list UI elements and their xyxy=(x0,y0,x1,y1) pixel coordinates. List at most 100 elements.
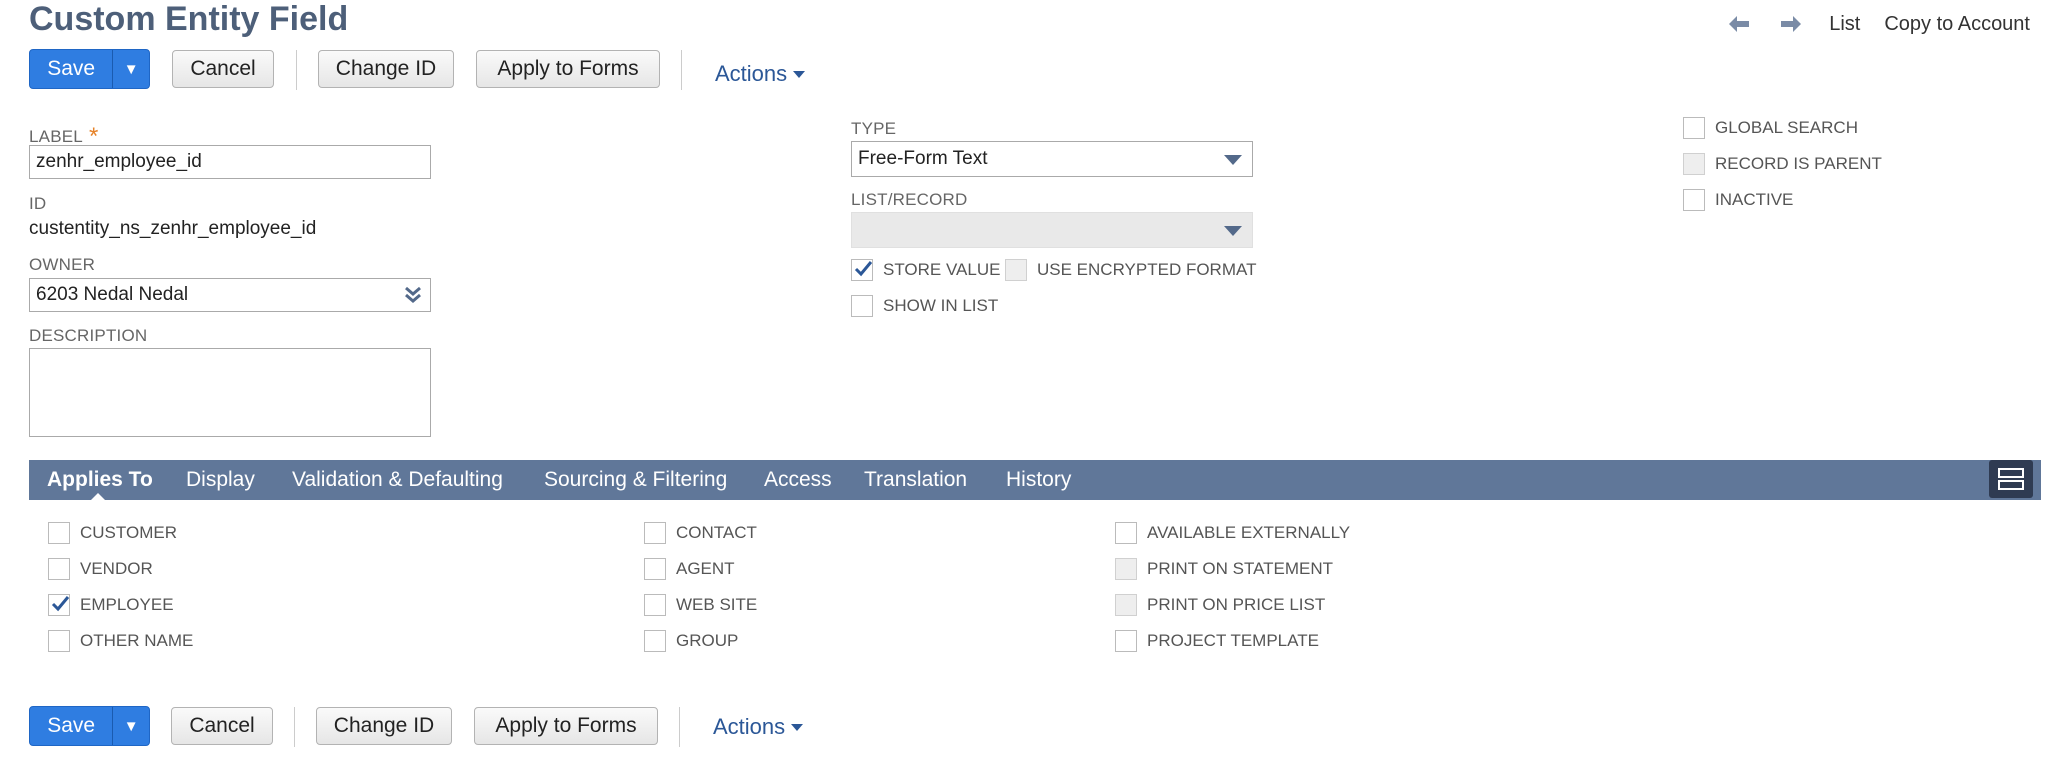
owner-select[interactable]: 6203 Nedal Nedal xyxy=(29,278,431,312)
employee-row: EMPLOYEE xyxy=(48,592,174,618)
actions-menu-bottom[interactable]: Actions xyxy=(713,714,804,740)
agent-checkbox[interactable] xyxy=(644,558,666,580)
cancel-button-bottom[interactable]: Cancel xyxy=(171,707,273,745)
print-on-price-list-row: PRINT ON PRICE LIST xyxy=(1115,592,1325,618)
agent-label: AGENT xyxy=(676,559,735,578)
save-dropdown-arrow-icon[interactable]: ▼ xyxy=(112,50,149,88)
customer-row: CUSTOMER xyxy=(48,520,177,546)
top-links: List Copy to Account xyxy=(1725,10,2030,38)
cancel-button[interactable]: Cancel xyxy=(172,50,274,88)
type-value: Free-Form Text xyxy=(858,148,988,169)
description-textarea[interactable] xyxy=(29,348,431,437)
double-chevron-down-icon xyxy=(405,286,421,303)
id-value: custentity_ns_zenhr_employee_id xyxy=(29,218,317,239)
save-button[interactable]: Save xyxy=(30,50,112,88)
customer-checkbox[interactable] xyxy=(48,522,70,544)
agent-row: AGENT xyxy=(644,556,735,582)
web-site-label: WEB SITE xyxy=(676,595,758,614)
id-field-label: ID xyxy=(29,194,47,213)
tab-access[interactable]: Access xyxy=(764,460,832,500)
print-on-price-list-checkbox[interactable] xyxy=(1115,594,1137,616)
contact-label: CONTACT xyxy=(676,523,757,542)
change-id-button-bottom[interactable]: Change ID xyxy=(316,707,452,745)
record-is-parent-label: RECORD IS PARENT xyxy=(1715,154,1882,173)
save-button-bottom[interactable]: Save xyxy=(30,707,112,745)
other-name-checkbox[interactable] xyxy=(48,630,70,652)
vendor-row: VENDOR xyxy=(48,556,153,582)
contact-row: CONTACT xyxy=(644,520,757,546)
description-field-label: DESCRIPTION xyxy=(29,326,148,345)
toolbar-divider xyxy=(681,50,682,90)
tab-history[interactable]: History xyxy=(1006,460,1071,500)
caret-down-icon xyxy=(791,723,804,731)
available-externally-label: AVAILABLE EXTERNALLY xyxy=(1147,523,1351,542)
print-on-statement-checkbox[interactable] xyxy=(1115,558,1137,580)
show-in-list-row: SHOW IN LIST xyxy=(851,293,998,319)
owner-value: 6203 Nedal Nedal xyxy=(36,284,189,305)
list-record-field-label: LIST/RECORD xyxy=(851,190,968,209)
active-tab-pointer xyxy=(90,493,106,501)
layout-toggle-icon[interactable] xyxy=(1989,460,2033,498)
store-value-row: STORE VALUE xyxy=(851,257,1000,283)
use-encrypted-format-row: USE ENCRYPTED FORMAT xyxy=(1005,257,1256,283)
save-button-group-bottom: Save ▼ xyxy=(29,706,150,746)
copy-to-account-link[interactable]: Copy to Account xyxy=(1884,13,2030,36)
employee-checkbox[interactable] xyxy=(48,594,70,616)
project-template-checkbox[interactable] xyxy=(1115,630,1137,652)
available-externally-checkbox[interactable] xyxy=(1115,522,1137,544)
employee-label: EMPLOYEE xyxy=(80,595,174,614)
checkmark-icon xyxy=(51,596,70,612)
web-site-row: WEB SITE xyxy=(644,592,757,618)
forward-arrow-icon[interactable] xyxy=(1777,10,1805,38)
inactive-checkbox[interactable] xyxy=(1683,189,1705,211)
toolbar-divider xyxy=(294,707,295,747)
subtab-bar: Applies To Display Validation & Defaulti… xyxy=(29,460,2041,500)
print-on-statement-row: PRINT ON STATEMENT xyxy=(1115,556,1333,582)
type-select[interactable]: Free-Form Text xyxy=(851,141,1253,177)
label-input[interactable]: zenhr_employee_id xyxy=(29,145,431,179)
tab-translation[interactable]: Translation xyxy=(864,460,967,500)
global-search-row: GLOBAL SEARCH xyxy=(1683,115,1858,141)
save-dropdown-arrow-icon[interactable]: ▼ xyxy=(112,707,149,745)
tab-sourcing-filtering[interactable]: Sourcing & Filtering xyxy=(544,460,727,500)
change-id-button[interactable]: Change ID xyxy=(318,50,454,88)
project-template-label: PROJECT TEMPLATE xyxy=(1147,631,1319,650)
apply-to-forms-button-bottom[interactable]: Apply to Forms xyxy=(474,707,658,745)
other-name-row: OTHER NAME xyxy=(48,628,193,654)
owner-field-label: OWNER xyxy=(29,255,96,274)
save-button-group: Save ▼ xyxy=(29,49,150,89)
tab-display[interactable]: Display xyxy=(186,460,255,500)
use-encrypted-format-checkbox[interactable] xyxy=(1005,259,1027,281)
tab-validation-defaulting[interactable]: Validation & Defaulting xyxy=(292,460,503,500)
actions-menu[interactable]: Actions xyxy=(715,61,806,87)
dropdown-arrow-icon xyxy=(1224,226,1242,236)
list-link[interactable]: List xyxy=(1829,13,1860,36)
store-value-label: STORE VALUE xyxy=(883,260,1001,279)
record-is-parent-checkbox[interactable] xyxy=(1683,153,1705,175)
store-value-checkbox[interactable] xyxy=(851,259,873,281)
actions-label: Actions xyxy=(715,61,788,86)
group-checkbox[interactable] xyxy=(644,630,666,652)
dropdown-arrow-icon xyxy=(1224,155,1242,165)
global-search-checkbox[interactable] xyxy=(1683,117,1705,139)
global-search-label: GLOBAL SEARCH xyxy=(1715,118,1858,137)
web-site-checkbox[interactable] xyxy=(644,594,666,616)
show-in-list-checkbox[interactable] xyxy=(851,295,873,317)
use-encrypted-format-label: USE ENCRYPTED FORMAT xyxy=(1037,260,1257,279)
project-template-row: PROJECT TEMPLATE xyxy=(1115,628,1319,654)
caret-down-icon xyxy=(793,70,806,78)
inactive-label: INACTIVE xyxy=(1715,190,1794,209)
group-label: GROUP xyxy=(676,631,739,650)
print-on-price-list-label: PRINT ON PRICE LIST xyxy=(1147,595,1326,614)
contact-checkbox[interactable] xyxy=(644,522,666,544)
checkmark-icon xyxy=(854,261,873,277)
list-record-select[interactable] xyxy=(851,212,1253,248)
customer-label: CUSTOMER xyxy=(80,523,177,542)
print-on-statement-label: PRINT ON STATEMENT xyxy=(1147,559,1334,578)
apply-to-forms-button[interactable]: Apply to Forms xyxy=(476,50,660,88)
page-title: Custom Entity Field xyxy=(29,0,349,38)
back-arrow-icon[interactable] xyxy=(1725,10,1753,38)
vendor-checkbox[interactable] xyxy=(48,558,70,580)
other-name-label: OTHER NAME xyxy=(80,631,194,650)
group-row: GROUP xyxy=(644,628,738,654)
